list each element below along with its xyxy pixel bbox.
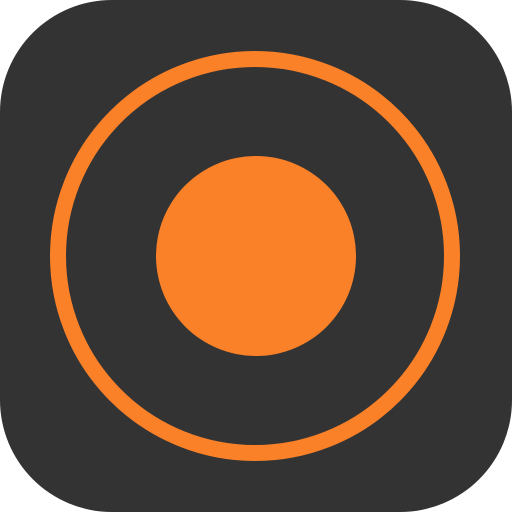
record-icon bbox=[50, 51, 460, 461]
record-center-dot bbox=[156, 156, 356, 356]
app-icon[interactable] bbox=[0, 0, 512, 512]
